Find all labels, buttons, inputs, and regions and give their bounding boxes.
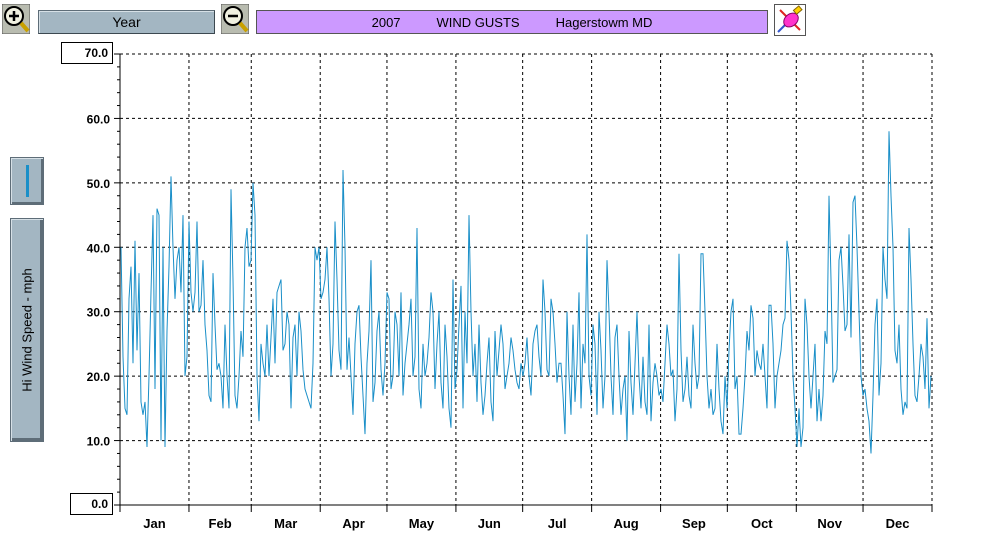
y-tick-label: 10.0 (87, 435, 111, 449)
y-tick-label: 40.0 (87, 241, 111, 255)
x-tick-label: Nov (817, 516, 842, 531)
x-tick-label: Mar (274, 516, 297, 531)
x-tick-label: Jul (548, 516, 567, 531)
wind-gust-chart: 10.0 20.0 30.0 40.0 50.0 60.0 Jan Feb Mar Apr May… (87, 53, 933, 531)
x-tick-label: Apr (342, 516, 364, 531)
x-tick-label: Oct (751, 516, 773, 531)
y-tick-label: 60.0 (87, 112, 111, 126)
series-line-hi-wind-speed (120, 131, 932, 454)
y-tick-label: 30.0 (87, 306, 111, 320)
y-tick-label: 20.0 (87, 370, 111, 384)
y-tick-label: 50.0 (87, 177, 111, 191)
x-tick-label: Jun (478, 516, 501, 531)
x-tick-label: Aug (613, 516, 638, 531)
x-tick-label: Jan (143, 516, 165, 531)
x-tick-label: Dec (886, 516, 910, 531)
x-tick-label: Sep (682, 516, 706, 531)
x-tick-label: Feb (209, 516, 232, 531)
x-tick-label: May (409, 516, 435, 531)
